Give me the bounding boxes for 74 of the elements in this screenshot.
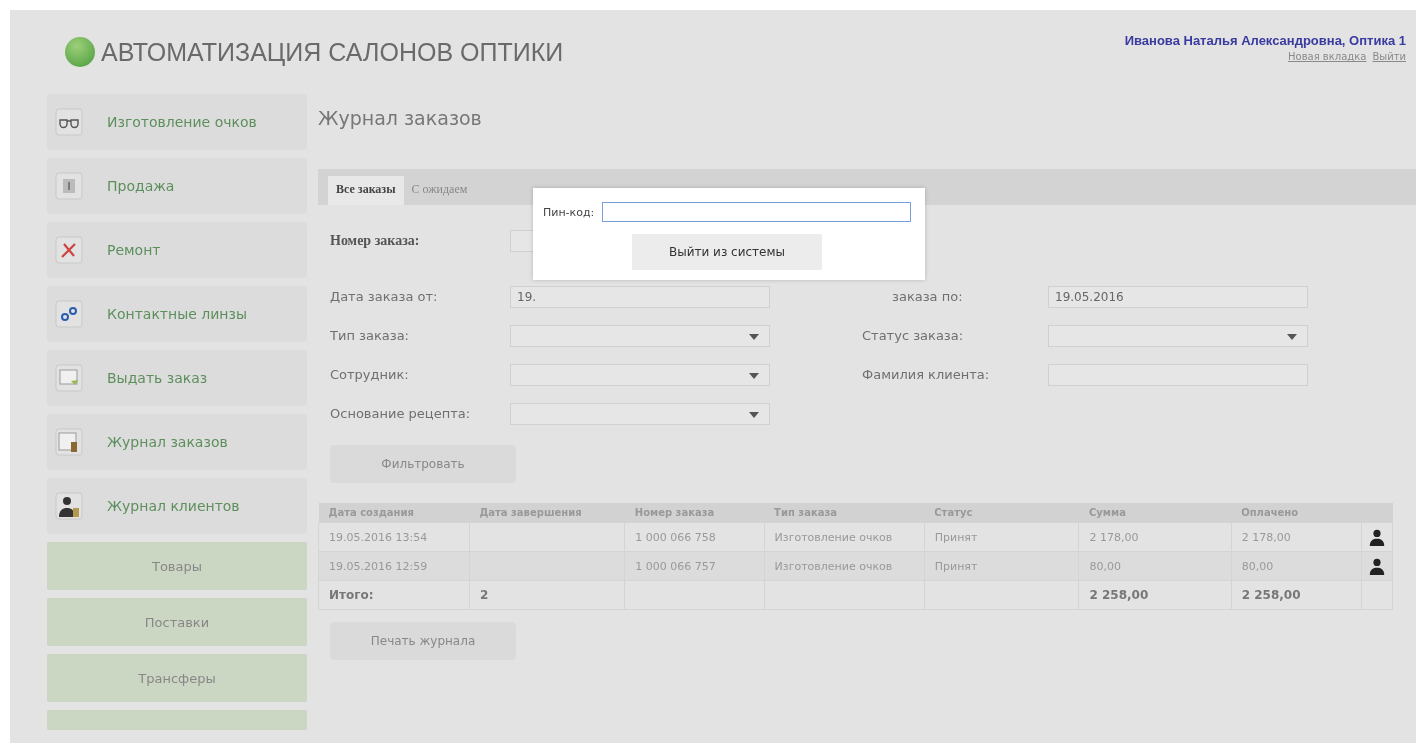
table-cell: Итого:	[318, 580, 470, 610]
input-field[interactable]: 19.05.2016	[1048, 285, 1308, 308]
sidebar-item[interactable]: Контактные линзы	[47, 286, 307, 342]
sidebar-button[interactable]	[47, 710, 307, 730]
field-label: Тип заказа:	[330, 328, 410, 343]
table-cell: 80,00	[1078, 551, 1232, 581]
field-label: Пин-код:	[543, 205, 595, 219]
tab[interactable]: С ожидаем	[403, 176, 476, 205]
caret-icon	[749, 333, 759, 340]
table-cell: 2 258,00	[1231, 580, 1362, 610]
person-icon[interactable]	[1368, 557, 1386, 575]
column-header: Тип заказа	[764, 503, 925, 523]
caret-icon	[749, 411, 759, 418]
table-cell: 19.05.2016 12:59	[318, 551, 470, 581]
sidebar-item[interactable]: Журнал заказов	[47, 414, 307, 470]
glasses-icon	[55, 108, 83, 136]
table-cell: Принят	[924, 522, 1079, 552]
input-field[interactable]: 19.	[510, 285, 770, 308]
sidebar-item[interactable]: Ремонт	[47, 222, 307, 278]
table-cell: Принят	[924, 551, 1079, 581]
column-header: Статус	[924, 503, 1079, 523]
lenses-icon	[55, 300, 83, 328]
logout-button[interactable]: Выйти из системы	[632, 234, 822, 270]
tools-icon	[55, 236, 83, 264]
caret-icon	[749, 372, 759, 379]
header-link[interactable]: Новая вкладка	[1288, 51, 1367, 62]
field-label: Основание рецепта:	[330, 406, 472, 421]
field-label: Сотрудник:	[330, 367, 410, 382]
table-cell: 19.05.2016 13:54	[318, 522, 470, 552]
table-cell: 2 258,00	[1078, 580, 1232, 610]
column-header: Номер заказа	[624, 503, 765, 523]
journal-icon	[55, 428, 83, 456]
field-label: Фамилия клиента:	[862, 367, 991, 382]
table-cell: 1 000 066 757	[624, 551, 765, 581]
field-label: Дата заказа от:	[330, 289, 439, 304]
dropdown[interactable]	[510, 402, 770, 425]
page-title: Журнал заказов	[318, 107, 483, 131]
document-icon	[55, 364, 83, 392]
field-label: заказа по:	[891, 289, 964, 304]
column-header: Оплачено	[1231, 503, 1362, 523]
pin-input[interactable]	[602, 202, 911, 222]
table-cell: Изготовление очков	[764, 522, 925, 552]
table-cell: 2	[469, 580, 625, 610]
person-icon[interactable]	[1368, 528, 1386, 546]
user-name: Иванова Наталья Александровна, Оптика 1	[1124, 33, 1406, 48]
sidebar-button[interactable]: Трансферы	[47, 654, 307, 702]
caret-icon	[1287, 333, 1297, 340]
header-link[interactable]: Выйти	[1372, 51, 1406, 62]
table-cell: 2 178,00	[1078, 522, 1232, 552]
sidebar-item[interactable]: Продажа	[47, 158, 307, 214]
sidebar-item[interactable]: Изготовление очков	[47, 94, 307, 150]
sidebar-button[interactable]: Поставки	[47, 598, 307, 646]
column-header: Сумма	[1078, 503, 1232, 523]
dropdown[interactable]	[510, 363, 770, 386]
column-header: Дата создания	[318, 503, 470, 523]
dropdown[interactable]	[510, 324, 770, 347]
person-icon	[55, 492, 83, 520]
column-header: Дата завершения	[469, 503, 625, 523]
money-icon	[55, 172, 83, 200]
field-label: Номер заказа:	[330, 233, 421, 249]
table-cell: 2 178,00	[1231, 522, 1362, 552]
sidebar-item[interactable]: Журнал клиентов	[47, 478, 307, 534]
sidebar-item[interactable]: Выдать заказ	[47, 350, 307, 406]
print-button[interactable]: Печать журнала	[330, 622, 516, 660]
table-cell: 80,00	[1231, 551, 1362, 581]
field-label: Статус заказа:	[862, 328, 965, 343]
logo-icon	[65, 37, 95, 67]
tab[interactable]: Все заказы	[328, 176, 404, 205]
sidebar-button[interactable]: Товары	[47, 542, 307, 590]
table-cell: 1 000 066 758	[624, 522, 765, 552]
app-title: АВТОМАТИЗАЦИЯ САЛОНОВ ОПТИКИ	[101, 37, 564, 67]
dropdown[interactable]	[1048, 324, 1308, 347]
table-cell: Изготовление очков	[764, 551, 925, 581]
filter-button[interactable]: Фильтровать	[330, 445, 516, 483]
